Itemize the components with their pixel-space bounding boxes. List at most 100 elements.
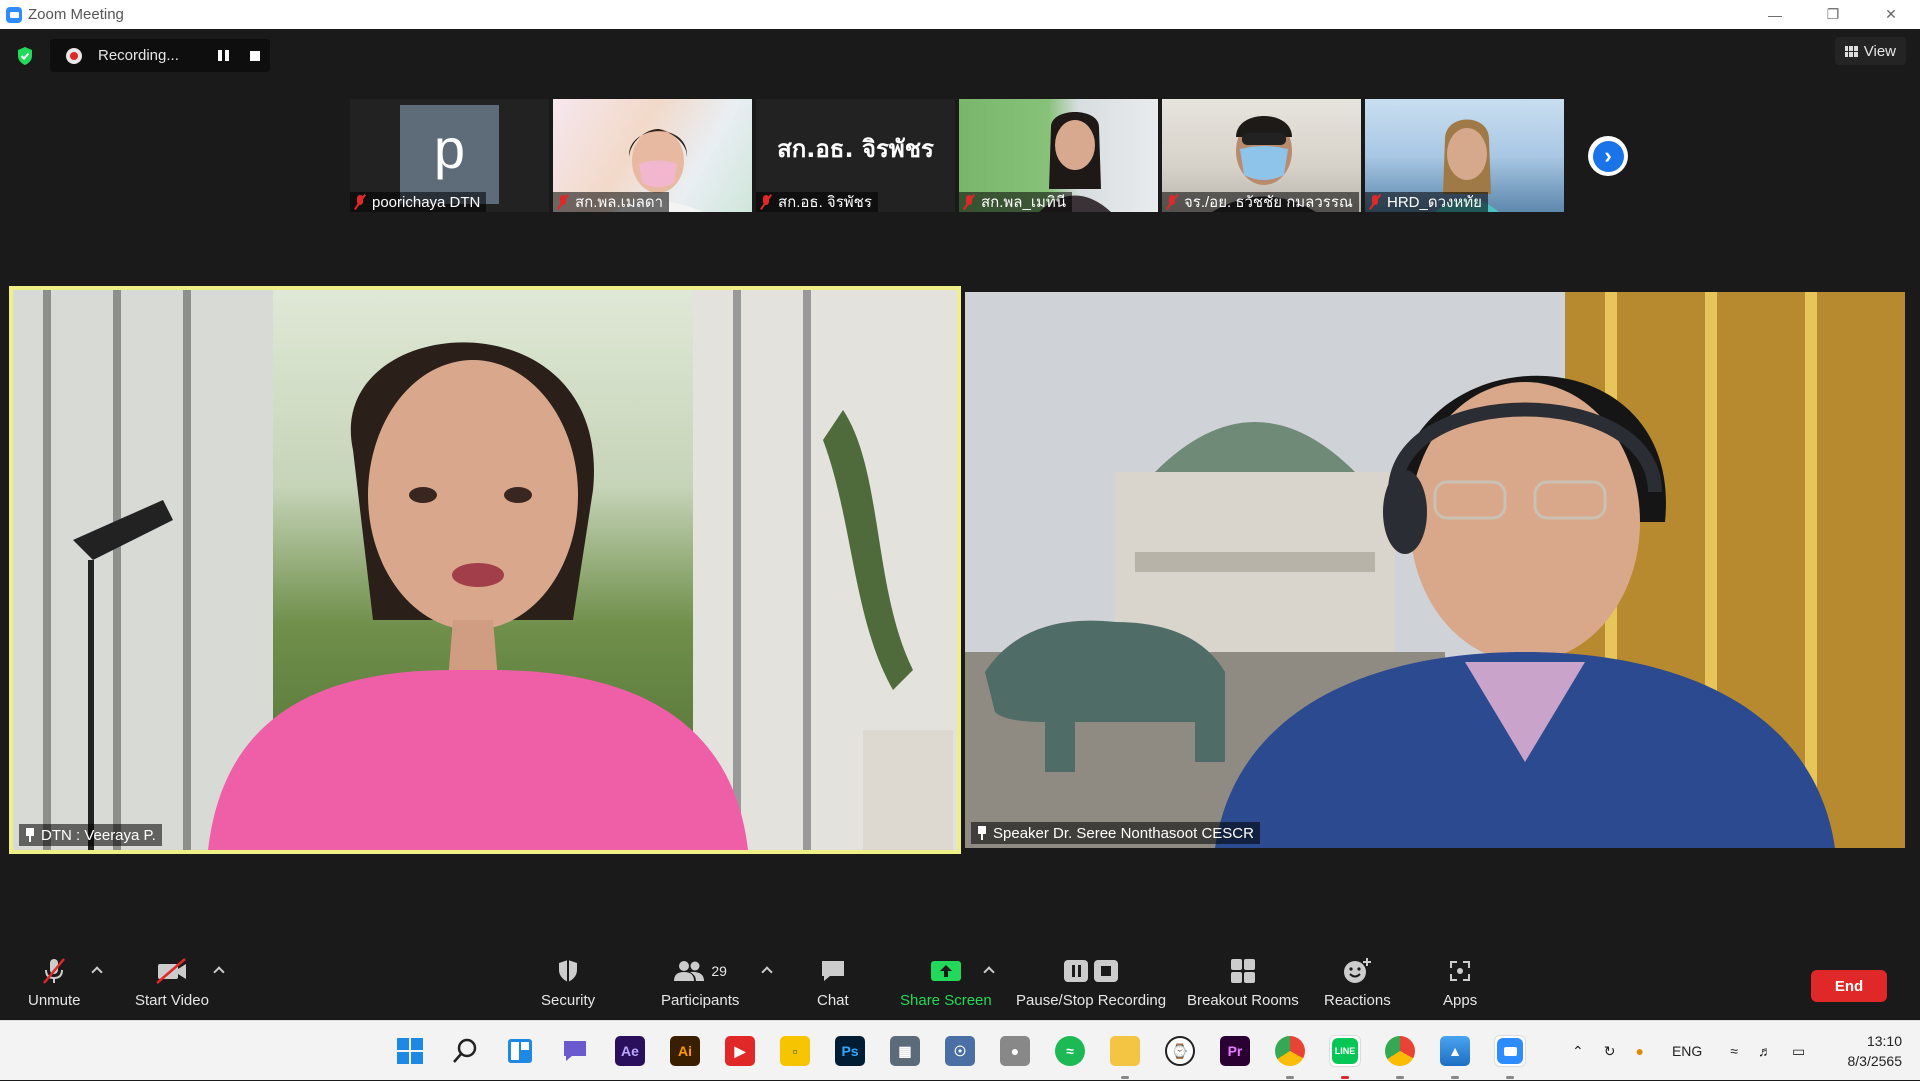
breakout-rooms-icon xyxy=(1230,959,1255,983)
apps-button[interactable]: Apps xyxy=(1443,956,1477,1009)
recording-label: Recording... xyxy=(98,47,179,64)
smiley-add-icon xyxy=(1344,958,1372,983)
window-title: Zoom Meeting xyxy=(28,6,124,23)
spotify-icon[interactable]: ≈ xyxy=(1055,1036,1085,1066)
security-shield-icon[interactable] xyxy=(16,46,34,66)
restore-button[interactable]: ❐ xyxy=(1804,0,1862,29)
start-video-button[interactable]: Start Video xyxy=(135,956,209,1009)
clock-app-icon[interactable]: ⌚ xyxy=(1165,1036,1195,1066)
widgets-icon[interactable] xyxy=(505,1036,535,1066)
share-screen-icon xyxy=(930,961,961,981)
participant-name: สก.พล.เมลดา xyxy=(575,194,664,211)
unmute-button[interactable]: Unmute xyxy=(28,956,81,1009)
illustrator-icon[interactable]: Ai xyxy=(670,1036,700,1066)
shield-icon xyxy=(559,960,578,982)
recording-dot-icon xyxy=(66,47,82,64)
calculator-icon[interactable]: ▦ xyxy=(890,1036,920,1066)
photoshop-icon[interactable]: Ps xyxy=(835,1036,865,1066)
start-menu-icon[interactable] xyxy=(395,1036,425,1066)
video-off-icon xyxy=(156,958,186,984)
zoom-taskbar-icon[interactable] xyxy=(1494,1035,1526,1067)
chat-icon xyxy=(821,961,844,981)
speaker-video[interactable]: Speaker Dr. Seree Nonthasoot CESCR xyxy=(965,292,1905,848)
running-indicator xyxy=(1286,1076,1294,1079)
audio-options-caret[interactable] xyxy=(91,966,103,978)
next-page-button[interactable]: › xyxy=(1588,136,1628,176)
zoom-app-icon xyxy=(6,6,22,23)
muted-mic-icon xyxy=(1166,195,1178,209)
participant-name-tag: poorichaya DTN xyxy=(350,192,487,212)
video-scene xyxy=(13,290,957,850)
battery-icon[interactable]: ▭ xyxy=(1792,1043,1805,1060)
view-button[interactable]: View xyxy=(1834,37,1906,65)
clock[interactable]: 13:10 8/3/2565 xyxy=(1848,1031,1903,1071)
participant-thumbnail[interactable]: จร./อย. ธวัชชัย กมลวรรณ xyxy=(1162,99,1361,212)
participants-label: Participants xyxy=(661,992,740,1009)
pin-icon xyxy=(25,828,35,842)
participant-name: สก.อธ. จิรพัชร xyxy=(778,194,872,211)
clock-time: 13:10 xyxy=(1866,1033,1902,1049)
share-screen-button[interactable]: Share Screen xyxy=(900,956,992,1009)
security-label: Security xyxy=(541,992,596,1009)
photos-icon[interactable]: ▲ xyxy=(1440,1036,1470,1066)
mic-muted-icon xyxy=(43,958,66,984)
running-indicator xyxy=(1506,1076,1514,1079)
sync-icon[interactable]: ↻ xyxy=(1604,1043,1616,1060)
youtube-icon[interactable]: ▶ xyxy=(725,1036,755,1066)
pause-stop-recording-button[interactable]: Pause/Stop Recording xyxy=(1016,956,1166,1009)
participant-thumbnail[interactable]: HRD_ดวงหทัย xyxy=(1365,99,1564,212)
lock-icon[interactable]: ☉ xyxy=(945,1036,975,1066)
after-effects-icon[interactable]: Ae xyxy=(615,1036,645,1066)
microphone-icon[interactable]: ● xyxy=(1635,1043,1643,1059)
view-label: View xyxy=(1863,42,1896,60)
video-options-caret[interactable] xyxy=(213,966,225,978)
close-window-button[interactable]: ✕ xyxy=(1862,0,1920,29)
microphone-app-icon[interactable]: ● xyxy=(1000,1036,1030,1066)
premiere-icon[interactable]: Pr xyxy=(1220,1036,1250,1066)
pause-recording-icon[interactable] xyxy=(218,50,230,62)
participant-thumbnail[interactable]: สก.พล_เมทินี xyxy=(959,99,1158,212)
line-app-icon[interactable]: LINE xyxy=(1329,1035,1361,1067)
muted-mic-icon xyxy=(354,195,366,209)
participants-options-caret[interactable] xyxy=(761,966,773,978)
video-scene xyxy=(965,292,1905,848)
security-button[interactable]: Security xyxy=(541,956,595,1009)
reactions-button[interactable]: Reactions xyxy=(1324,956,1391,1009)
search-icon[interactable] xyxy=(450,1036,480,1066)
participants-count: 29 xyxy=(711,963,727,979)
speaker-name: Speaker Dr. Seree Nonthasoot CESCR xyxy=(993,824,1254,842)
breakout-rooms-button[interactable]: Breakout Rooms xyxy=(1187,956,1299,1009)
participant-name: สก.พล_เมทินี xyxy=(981,194,1066,211)
recording-indicator: Recording... xyxy=(50,39,270,72)
file-explorer-icon[interactable] xyxy=(1110,1036,1140,1066)
participant-name-tag: สก.พล.เมลดา xyxy=(553,192,670,212)
system-tray: ⌃ ↻ ● ENG ≈ ♬ ▭ xyxy=(1572,1021,1805,1081)
participant-thumbnail[interactable]: สก.อธ. จิรพัชร สก.อธ. จิรพัชร xyxy=(756,99,955,212)
stop-recording-icon[interactable] xyxy=(250,51,260,61)
teams-chat-icon[interactable] xyxy=(560,1036,590,1066)
end-meeting-button[interactable]: End xyxy=(1811,970,1887,1002)
chevron-right-icon: › xyxy=(1604,143,1612,168)
title-bar: Zoom Meeting — ❐ ✕ xyxy=(0,0,1920,29)
minimize-button[interactable]: — xyxy=(1746,0,1804,29)
muted-mic-icon xyxy=(1369,195,1381,209)
participant-thumbnail[interactable]: สก.พล.เมลดา xyxy=(553,99,752,212)
running-indicator xyxy=(1451,1076,1459,1079)
participant-name-tag: HRD_ดวงหทัย xyxy=(1365,192,1488,212)
language-indicator[interactable]: ENG xyxy=(1672,1043,1702,1059)
breakout-rooms-label: Breakout Rooms xyxy=(1187,992,1299,1009)
chrome-icon[interactable] xyxy=(1275,1036,1305,1066)
chrome-profile-icon[interactable] xyxy=(1385,1036,1415,1066)
wifi-icon[interactable]: ≈ xyxy=(1730,1043,1738,1059)
muted-mic-icon xyxy=(963,195,975,209)
chevron-up-icon[interactable]: ⌃ xyxy=(1572,1043,1584,1060)
video-name-tag: DTN : Veeraya P. xyxy=(19,824,162,846)
active-speaker-video[interactable]: DTN : Veeraya P. xyxy=(9,286,961,854)
participants-button[interactable]: 29 Participants xyxy=(661,956,739,1009)
participant-thumbnail[interactable]: p poorichaya DTN xyxy=(350,99,549,212)
grid-view-icon xyxy=(1844,45,1858,57)
sticky-notes-icon[interactable]: ▫ xyxy=(780,1036,810,1066)
volume-icon[interactable]: ♬ xyxy=(1758,1043,1772,1059)
participants-icon xyxy=(674,961,705,981)
chat-button[interactable]: Chat xyxy=(817,956,849,1009)
